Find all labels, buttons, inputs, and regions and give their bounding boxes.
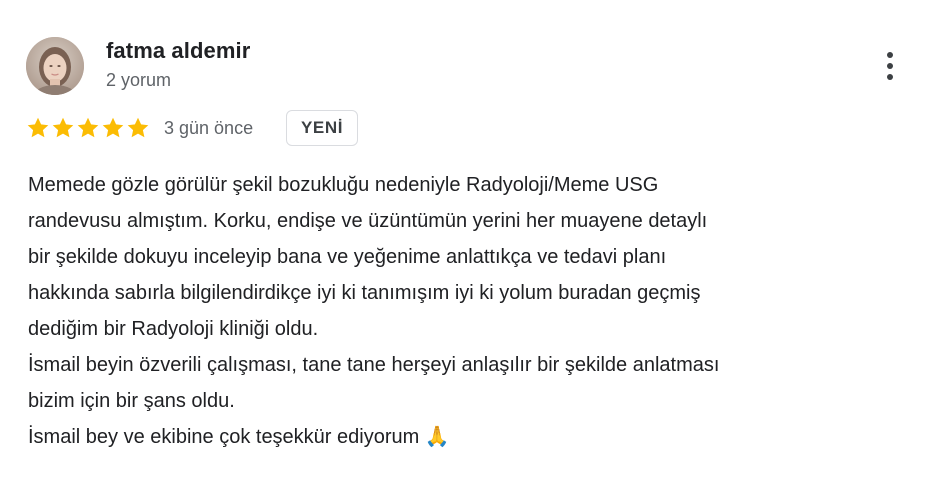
more-vertical-icon [887, 52, 893, 58]
review-text-line: randevusu almıştım. Korku, endişe ve üzü… [28, 210, 708, 232]
more-options-button[interactable] [872, 44, 908, 88]
review-text: Memede gözle görülür şekil bozukluğu ned… [28, 167, 918, 455]
review-text-line: İsmail bey ve ekibine çok teşekkür ediyo… [28, 426, 450, 448]
more-vertical-icon-dot [887, 74, 893, 80]
more-vertical-icon-dot [887, 63, 893, 69]
star-icon [77, 117, 99, 138]
star-icon [127, 117, 149, 138]
review-text-line: İsmail beyin özverili çalışması, tane ta… [28, 354, 720, 376]
review-text-line: hakkında sabırla bilgilendirdikçe iyi ki… [28, 282, 701, 304]
star-icon [102, 117, 124, 138]
review-date: 3 gün önce [164, 118, 254, 138]
review-text-line: Memede gözle görülür şekil bozukluğu ned… [28, 174, 659, 196]
new-badge: YENİ [286, 110, 358, 146]
review-text-line: bizim için bir şans oldu. [28, 390, 235, 412]
review-card: fatma aldemir 2 yorum 3 gün önce YENİ Me… [0, 0, 936, 478]
reviewer-review-count[interactable]: 2 yorum [106, 70, 171, 91]
star-icon [27, 117, 49, 138]
review-text-line: dediğim bir Radyoloji kliniği oldu. [28, 318, 319, 340]
star-rating [26, 115, 150, 141]
review-text-line: bir şekilde dokuyu inceleyip bana ve yeğ… [28, 246, 667, 268]
avatar[interactable] [26, 37, 84, 95]
avatar-photo [26, 37, 84, 95]
star-icon [52, 117, 74, 138]
reviewer-name[interactable]: fatma aldemir [106, 38, 250, 64]
